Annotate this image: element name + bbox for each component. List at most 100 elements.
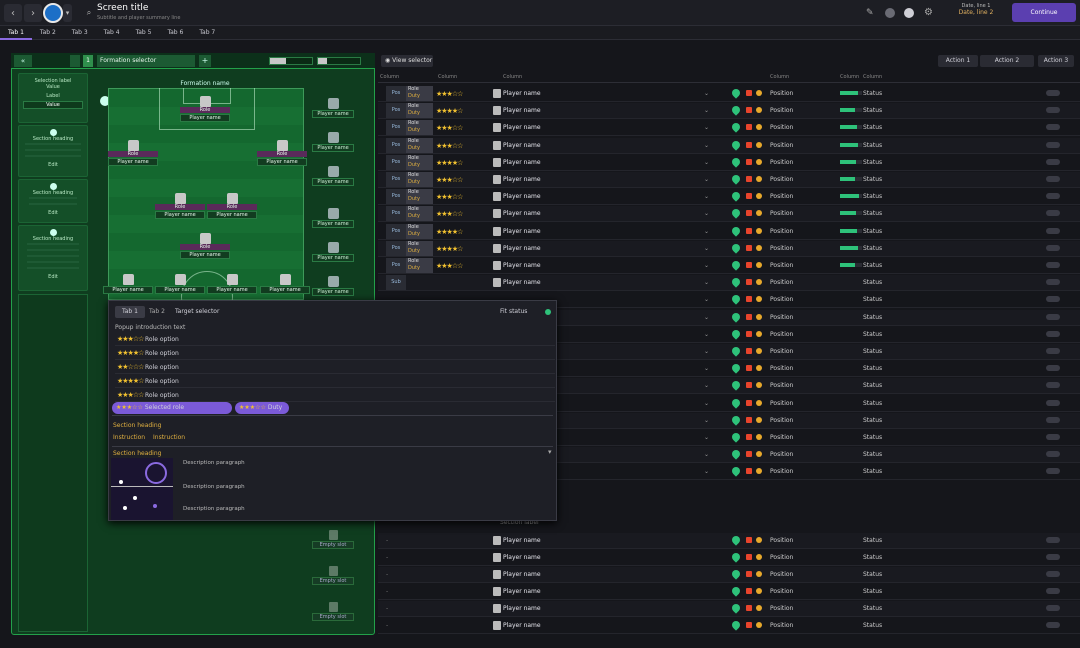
player-row[interactable]: Pos Role Duty ★★★☆☆ Player name ⌄ Position Stat…	[378, 206, 1080, 223]
gear-icon[interactable]: ⚙	[924, 8, 934, 18]
in-transition-edit[interactable]: Edit	[19, 210, 87, 216]
toggle-pill[interactable]	[1046, 537, 1060, 543]
toggle-pill[interactable]	[1046, 313, 1060, 320]
role-dropdown[interactable]: Role Duty	[406, 137, 433, 153]
continue-button[interactable]: Continue	[1012, 3, 1076, 22]
player-name[interactable]: Player name	[503, 90, 541, 97]
pitch-player-cmr[interactable]: Role Player name	[207, 193, 257, 219]
chevron-down-icon[interactable]: ⌄	[704, 451, 709, 458]
in-possession-edit[interactable]: Edit	[19, 162, 87, 168]
player-row[interactable]: Sub Player name ⌄ Position Status	[378, 275, 1080, 292]
toggle-pill[interactable]	[1046, 262, 1060, 268]
player-row[interactable]: Pos Role Duty ★★★☆☆ Player name ⌄ Position Stat…	[378, 86, 1080, 102]
pitch-player-dcl[interactable]: Player name	[155, 274, 205, 294]
chevron-down-icon[interactable]: ⌄	[704, 90, 709, 97]
sub-slot[interactable]: Player name	[312, 98, 354, 118]
mentality-dropdown[interactable]: Value	[23, 101, 83, 109]
tab-set-pieces[interactable]: Tab 3	[64, 26, 96, 40]
toggle-pill[interactable]	[1046, 124, 1060, 131]
player-name[interactable]: Player name	[503, 537, 541, 544]
forward-arrow-icon[interactable]: ›	[24, 4, 42, 22]
role-dropdown[interactable]: Role Duty	[406, 223, 433, 239]
player-name[interactable]: Player name	[503, 588, 541, 595]
tab-overview[interactable]: Tab 1	[0, 26, 32, 40]
back-arrow-icon[interactable]: ‹	[4, 4, 22, 22]
player-name[interactable]: Player name	[503, 210, 541, 217]
collapse-icon[interactable]: «	[14, 54, 32, 67]
player-row[interactable]: - Player name Position Status	[378, 567, 1080, 583]
col-role[interactable]: Column	[438, 74, 457, 80]
chevron-down-icon[interactable]: ⌄	[704, 142, 709, 149]
search-icon[interactable]: ⌕	[84, 4, 94, 22]
player-name[interactable]: Player name	[503, 262, 541, 269]
player-name[interactable]: Player name	[503, 159, 541, 166]
toggle-pill[interactable]	[1046, 244, 1060, 251]
shield-icon[interactable]	[885, 8, 895, 18]
in-possession-box[interactable]: Section heading Edit	[18, 125, 88, 177]
player-row[interactable]: Pos Role Duty ★★★☆☆ Player name ⌄ Position Stat…	[378, 137, 1080, 154]
col-position-slot[interactable]: Column	[380, 74, 399, 80]
selected-duty-pill[interactable]: ★★★☆☆ Duty	[235, 402, 289, 414]
tactic-slot-1[interactable]	[70, 54, 80, 67]
pitch-player-dcr[interactable]: Player name	[207, 274, 257, 294]
player-name[interactable]: Player name	[503, 228, 541, 235]
add-tactic-icon[interactable]: +	[199, 54, 211, 67]
chevron-down-icon[interactable]: ⌄	[704, 193, 709, 200]
sub-slot[interactable]: Player name	[312, 208, 354, 228]
toggle-pill[interactable]	[1046, 90, 1060, 96]
chevron-down-icon[interactable]: ⌄	[704, 279, 709, 286]
player-row[interactable]: Pos Role Duty ★★★★☆ Player name ⌄ Position Stat…	[378, 154, 1080, 171]
tactic-slot-2[interactable]: 1	[83, 54, 93, 67]
club-crest[interactable]	[43, 3, 63, 23]
player-name[interactable]: Player name	[503, 245, 541, 252]
formation-dropdown[interactable]: Formation selector	[97, 54, 195, 67]
selected-role-pill[interactable]: ★★★☆☆ Selected role	[112, 402, 232, 414]
toggle-pill[interactable]	[1046, 382, 1060, 389]
chevron-down-icon[interactable]: ⌄	[704, 365, 709, 372]
chevron-down-icon[interactable]: ⌄	[704, 159, 709, 166]
player-name[interactable]: Player name	[503, 124, 541, 131]
tab-captains[interactable]: Tab 5	[128, 26, 160, 40]
in-transition-box[interactable]: Section heading Edit	[18, 179, 88, 223]
toggle-pill[interactable]	[1046, 193, 1060, 200]
role-option[interactable]: ★★★★☆ Role option	[115, 376, 555, 388]
player-name[interactable]: Player name	[503, 622, 541, 629]
player-name[interactable]: Player name	[503, 142, 541, 149]
player-row[interactable]: Pos Role Duty ★★★★☆ Player name ⌄ Position Stat…	[378, 223, 1080, 240]
player-name[interactable]: Player name	[503, 193, 541, 200]
role-dropdown[interactable]: Role Duty	[406, 154, 433, 170]
sub-slot[interactable]: Player name	[312, 132, 354, 152]
role-dropdown[interactable]: Role Duty	[406, 240, 433, 256]
chevron-down-icon[interactable]: ⌄	[704, 176, 709, 183]
tab-opposition-instructions[interactable]: Tab 7	[191, 26, 223, 40]
toggle-pill[interactable]	[1046, 434, 1060, 440]
col-player-position[interactable]: Column	[770, 74, 789, 80]
player-row[interactable]: Pos Role Duty ★★★☆☆ Player name ⌄ Position Stat…	[378, 258, 1080, 274]
toggle-pill[interactable]	[1046, 588, 1060, 594]
filter-button[interactable]: Action 3	[1038, 55, 1074, 67]
toggle-pill[interactable]	[1046, 605, 1060, 611]
toggle-pill[interactable]	[1046, 176, 1060, 182]
role-option[interactable]: ★★☆☆☆ Role option	[115, 362, 555, 374]
toggle-pill[interactable]	[1046, 365, 1060, 372]
role-option[interactable]: ★★★☆☆ Role option	[115, 390, 555, 402]
popup-tab-individual[interactable]: Tab 2	[147, 306, 167, 318]
toggle-pill[interactable]	[1046, 554, 1060, 560]
chevron-down-icon[interactable]: ⌄	[704, 107, 709, 114]
chevron-down-icon[interactable]: ⌄	[704, 400, 709, 407]
toggle-pill[interactable]	[1046, 158, 1060, 165]
role-option[interactable]: ★★★★☆ Role option	[115, 348, 555, 360]
player-row[interactable]: Pos Role Duty ★★★★☆ Player name ⌄ Position Stat…	[378, 103, 1080, 120]
chevron-down-icon[interactable]: ⌄	[704, 210, 709, 217]
pitch-player-lb[interactable]: Player name	[103, 274, 153, 294]
role-option[interactable]: ★★★☆☆ Role option	[115, 334, 555, 346]
popup-tab-position[interactable]: Tab 1	[115, 306, 145, 318]
role-dropdown[interactable]: Role Duty	[406, 172, 433, 187]
toggle-pill[interactable]	[1046, 296, 1060, 303]
chevron-down-icon[interactable]: ▾	[63, 4, 72, 22]
player-row[interactable]: Pos Role Duty ★★★☆☆ Player name ⌄ Position Stat…	[378, 172, 1080, 188]
player-name[interactable]: Player name	[503, 279, 541, 286]
out-of-possession-box[interactable]: Section heading Edit	[18, 225, 88, 291]
pitch-player-lw[interactable]: Role Player name	[108, 140, 158, 166]
toggle-pill[interactable]	[1046, 279, 1060, 286]
